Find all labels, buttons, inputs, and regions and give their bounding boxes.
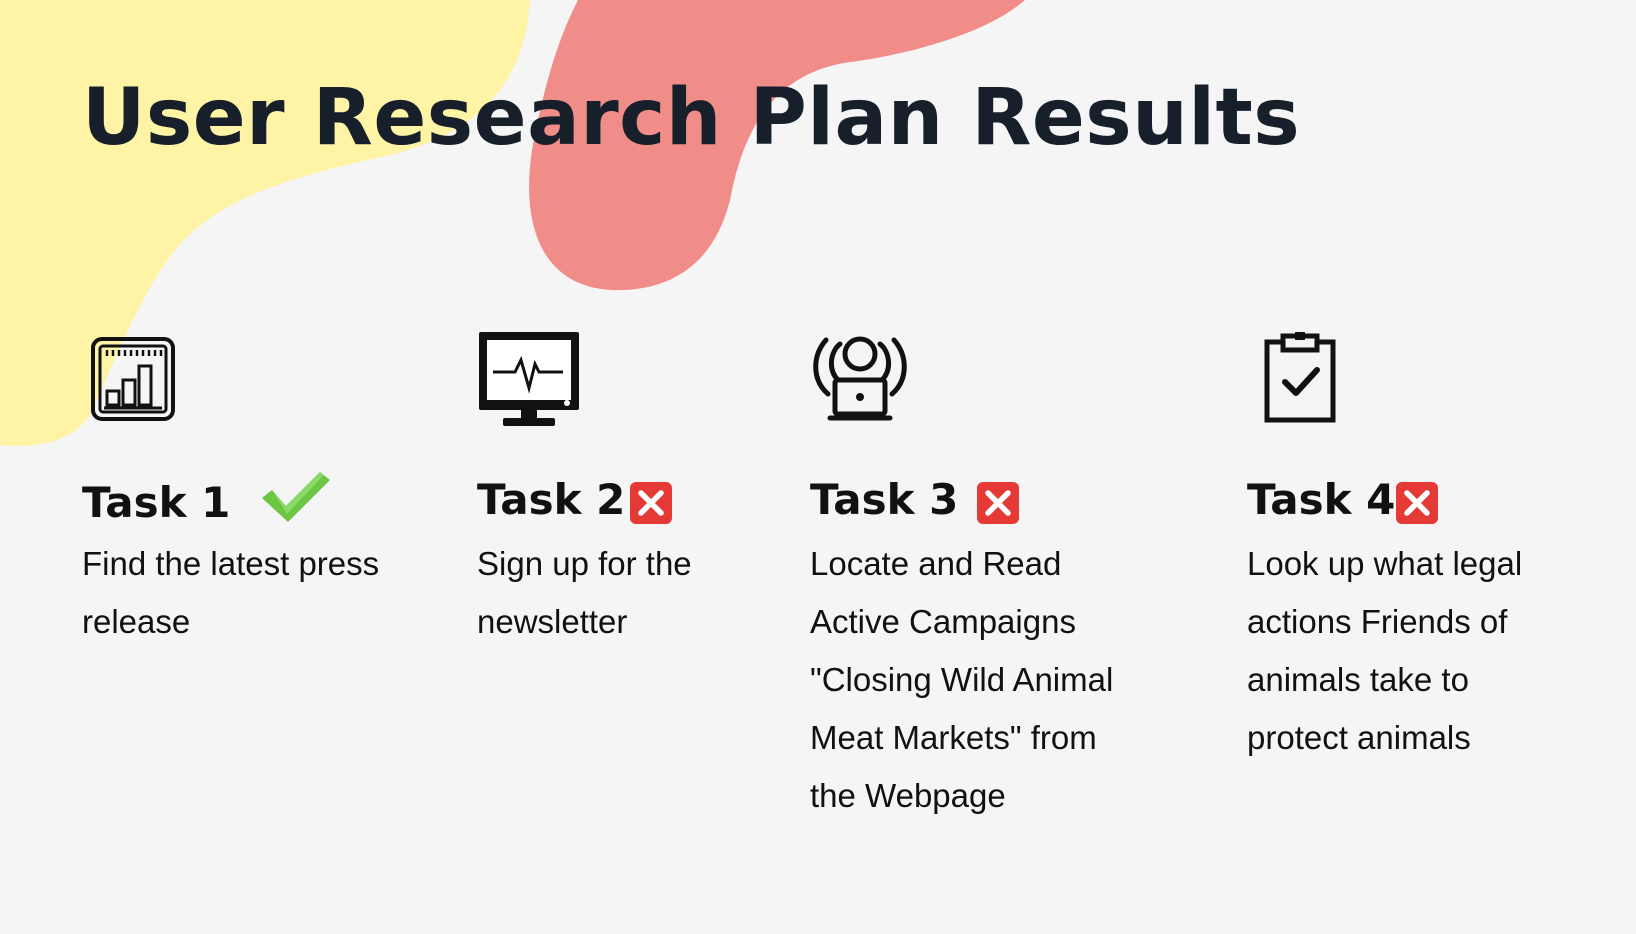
page-title: User Research Plan Results bbox=[82, 73, 1301, 163]
task-description: Locate and Read Active Campaigns "Closin… bbox=[810, 545, 1114, 814]
task-heading: Task 3 bbox=[810, 474, 1020, 526]
task-label: Task 2 bbox=[477, 475, 626, 524]
task-label: Task 3 bbox=[810, 475, 959, 524]
task-label: Task 4 bbox=[1247, 475, 1396, 524]
cross-mark-icon bbox=[976, 481, 1020, 525]
task-heading: Task 2 bbox=[477, 474, 673, 526]
task-heading: Task 4 bbox=[1247, 474, 1439, 526]
cross-mark-icon bbox=[629, 481, 673, 525]
check-mark-icon bbox=[258, 468, 334, 526]
task-heading: Task 1 bbox=[82, 472, 334, 532]
cross-mark-icon bbox=[1395, 481, 1439, 525]
task-description: Look up what legal actions Friends of an… bbox=[1247, 545, 1523, 756]
task-description: Find the latest press release bbox=[82, 545, 380, 640]
yellow-blob-shape bbox=[0, 0, 530, 446]
task-label: Task 1 bbox=[82, 478, 231, 527]
task-description: Sign up for the newsletter bbox=[477, 545, 692, 640]
